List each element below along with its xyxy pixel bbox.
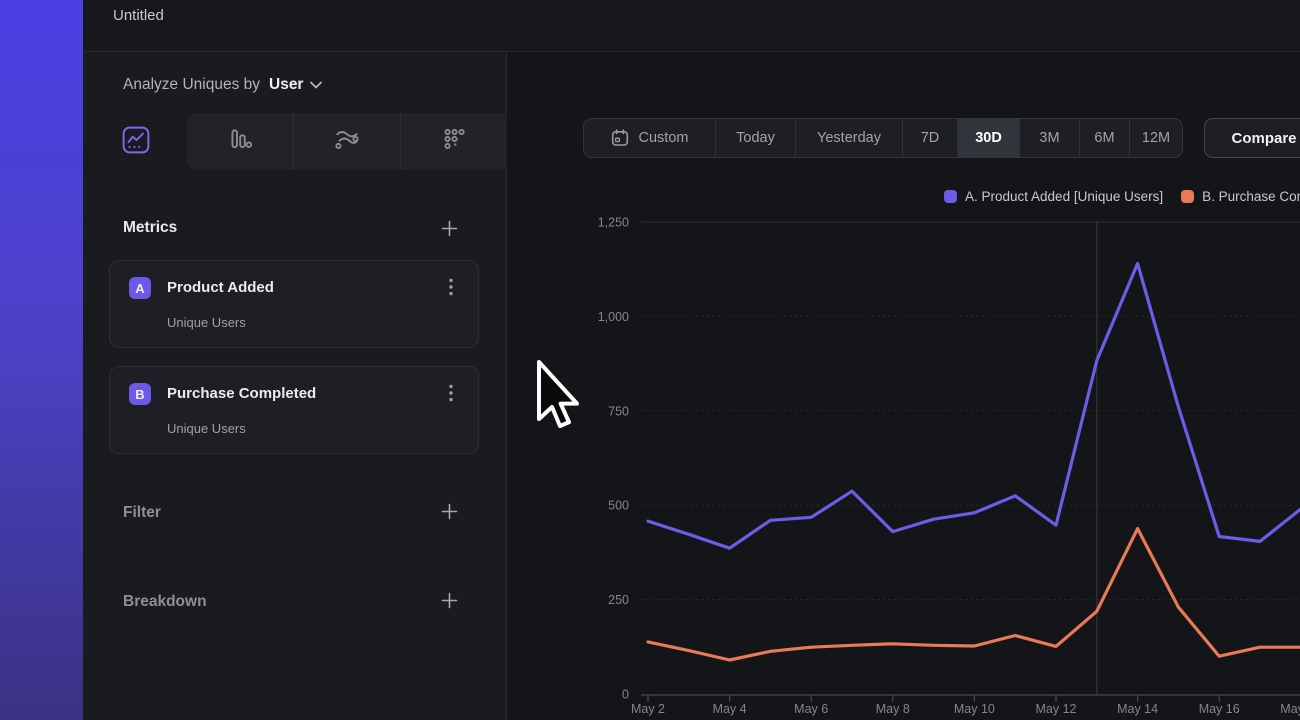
metric-menu-button[interactable] bbox=[440, 277, 462, 299]
x-axis-label: May 10 bbox=[954, 702, 995, 716]
x-axis-label: May 4 bbox=[713, 702, 747, 716]
line-chart-icon bbox=[122, 126, 150, 159]
kebab-icon bbox=[449, 278, 453, 299]
section-header-filter: Filter bbox=[123, 503, 459, 523]
section-header-breakdown: Breakdown bbox=[123, 592, 459, 612]
y-axis-label: 500 bbox=[608, 499, 629, 513]
report-title: Untitled bbox=[113, 7, 164, 24]
plus-icon bbox=[441, 592, 458, 612]
chevron-down-icon bbox=[310, 81, 322, 89]
section-label: Breakdown bbox=[123, 593, 207, 611]
y-axis-label: 1,000 bbox=[598, 310, 629, 324]
x-axis-label: May 6 bbox=[794, 702, 828, 716]
kebab-icon bbox=[449, 384, 453, 405]
tab-line-chart[interactable] bbox=[119, 127, 153, 157]
app-window: Untitled Analyze Uniques by User Metrics bbox=[83, 0, 1300, 720]
x-axis-label: May 18 bbox=[1280, 702, 1300, 716]
background-gradient bbox=[0, 0, 83, 720]
series-line bbox=[648, 529, 1300, 660]
view-tab-group bbox=[187, 113, 507, 170]
y-axis-label: 0 bbox=[622, 688, 629, 702]
x-axis-label: May 8 bbox=[876, 702, 910, 716]
metric-subtitle: Unique Users bbox=[167, 315, 246, 330]
cursor-arrow-icon bbox=[534, 356, 580, 434]
plus-icon bbox=[441, 503, 458, 523]
metric-menu-button[interactable] bbox=[440, 383, 462, 405]
analyze-by-value: User bbox=[269, 76, 303, 94]
section-label: Filter bbox=[123, 504, 161, 522]
x-axis-label: May 14 bbox=[1117, 702, 1158, 716]
plus-icon bbox=[441, 220, 458, 237]
y-axis-label: 750 bbox=[608, 404, 629, 418]
metric-card[interactable]: A Product Added Unique Users bbox=[109, 260, 479, 348]
metric-card[interactable]: B Purchase Completed Unique Users bbox=[109, 366, 479, 454]
screenshot-root: Untitled Analyze Uniques by User Metrics bbox=[0, 0, 1300, 720]
metrics-heading: Metrics bbox=[123, 219, 177, 237]
tab-grid-dots[interactable] bbox=[400, 113, 507, 170]
add-breakdown-button[interactable] bbox=[439, 592, 459, 612]
analyze-by-dropdown[interactable]: User bbox=[269, 76, 322, 94]
metrics-section-header: Metrics bbox=[123, 218, 459, 238]
y-axis-label: 250 bbox=[608, 593, 629, 607]
bar-chart-icon bbox=[226, 125, 254, 158]
chart-panel: CustomTodayYesterday7D30D3M6M12M Compare… bbox=[507, 52, 1300, 720]
metric-title: Product Added bbox=[167, 279, 274, 296]
x-axis-label: May 12 bbox=[1036, 702, 1077, 716]
x-axis-label: May 2 bbox=[631, 702, 665, 716]
flow-icon bbox=[332, 125, 362, 158]
tab-flow[interactable] bbox=[293, 113, 400, 170]
tab-bar-chart[interactable] bbox=[187, 113, 293, 170]
x-axis-label: May 16 bbox=[1199, 702, 1240, 716]
sidebar: Analyze Uniques by User Metrics AProduc bbox=[83, 52, 507, 720]
metric-subtitle: Unique Users bbox=[167, 421, 246, 436]
y-axis-label: 1,250 bbox=[598, 216, 629, 230]
add-filter-button[interactable] bbox=[439, 503, 459, 523]
top-bar: Untitled bbox=[83, 0, 1300, 52]
view-type-tabs bbox=[83, 113, 507, 170]
metric-badge: A bbox=[129, 277, 151, 299]
analyze-by-row: Analyze Uniques by User bbox=[123, 76, 322, 94]
analyze-by-label: Analyze Uniques by bbox=[123, 76, 260, 94]
line-chart[interactable]: 0 250 500 750 1,000 1,250 May 2 May 4 May 6 May 8… bbox=[507, 52, 1300, 720]
metric-title: Purchase Completed bbox=[167, 385, 316, 402]
metric-badge: B bbox=[129, 383, 151, 405]
add-metric-button[interactable] bbox=[439, 218, 459, 238]
grid-dots-icon bbox=[440, 125, 468, 158]
